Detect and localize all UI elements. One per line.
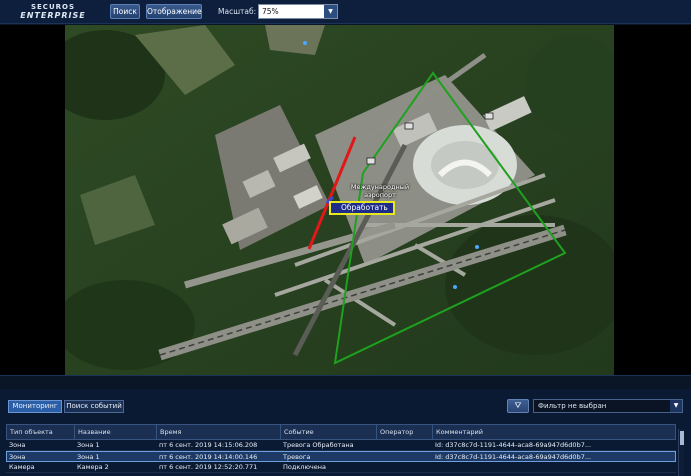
cell-time: пт 6 сент. 2019 14:15:06.208	[159, 441, 258, 449]
cell-operator	[376, 440, 432, 450]
filter-button[interactable]: ⛛	[507, 399, 529, 413]
column-header-event[interactable]: Событие	[281, 425, 377, 439]
chevron-down-icon[interactable]: ▼	[324, 5, 337, 18]
place-label-line1: Международный	[350, 183, 410, 191]
events-table: Тип объекта Название Время Событие Опера…	[6, 424, 676, 473]
context-menu-process-item[interactable]: Обработать	[329, 201, 395, 215]
cell-time: пт 6 сент. 2019 12:52:20.771	[159, 463, 258, 471]
events-panel: Мониторинг Поиск событий ⛛ Фильтр не выб…	[0, 389, 691, 476]
cell-name: Зона 1	[77, 441, 100, 449]
airport-place-label: Международный аэропорт	[345, 183, 415, 199]
filter-icon: ⛛	[514, 401, 522, 410]
cell-event: Тревога	[283, 453, 311, 461]
chevron-down-icon[interactable]: ▼	[670, 400, 682, 412]
cell-comment: Id: d37c8c7d-1191-4644-aca8-69a947d6d0b7…	[435, 441, 592, 449]
column-header-time[interactable]: Время	[157, 425, 281, 439]
cell-operator	[376, 462, 432, 472]
table-row[interactable]: Камера Камера 2 пт 6 сент. 2019 12:52:20…	[6, 462, 676, 473]
cell-comment: Id: d37c8c7d-1191-4644-aca8-69a947d6d0b7…	[435, 453, 592, 461]
satellite-map-image	[65, 25, 614, 375]
search-button[interactable]: Поиск	[110, 4, 140, 19]
cell-name: Камера 2	[77, 463, 109, 471]
logo-line1: SECUROS	[30, 3, 76, 11]
tab-event-search[interactable]: Поиск событий	[64, 400, 124, 413]
display-button[interactable]: Отображение	[146, 4, 202, 19]
scale-label: Масштаб:	[218, 7, 257, 16]
column-header-comment[interactable]: Комментарий	[433, 425, 675, 439]
filter-select[interactable]: Фильтр не выбран ▼	[533, 399, 683, 413]
scrollbar-thumb[interactable]	[680, 431, 684, 445]
logo-line2: ENTERPRISE	[20, 11, 86, 20]
cell-event: Тревога Обработана	[283, 441, 354, 449]
column-header-operator[interactable]: Оператор	[377, 425, 433, 439]
column-header-name[interactable]: Название	[75, 425, 157, 439]
scale-value: 75%	[262, 7, 279, 16]
map-view: Международный аэропорт Обработать	[0, 25, 691, 375]
cell-operator	[376, 452, 432, 462]
table-scrollbar[interactable]	[678, 429, 684, 476]
column-header-type[interactable]: Тип объекта	[7, 425, 75, 439]
panel-separator	[0, 375, 691, 389]
table-row[interactable]: Зона Зона 1 пт 6 сент. 2019 14:15:06.208…	[6, 440, 676, 451]
place-label-line2: аэропорт	[364, 191, 396, 199]
cell-type: Зона	[9, 441, 26, 449]
cell-type: Зона	[9, 453, 26, 461]
table-header: Тип объекта Название Время Событие Опера…	[6, 424, 676, 440]
top-toolbar: SECUROS ENTERPRISE Поиск Отображение Мас…	[0, 0, 691, 24]
cell-name: Зона 1	[77, 453, 100, 461]
filter-value: Фильтр не выбран	[538, 402, 607, 410]
cell-comment	[432, 462, 674, 472]
cell-type: Камера	[9, 463, 35, 471]
table-row-selected[interactable]: Зона Зона 1 пт 6 сент. 2019 14:14:00.146…	[6, 451, 676, 462]
securos-logo: SECUROS ENTERPRISE	[14, 3, 92, 21]
cell-time: пт 6 сент. 2019 14:14:00.146	[159, 453, 258, 461]
map-canvas[interactable]: Международный аэропорт	[65, 25, 614, 375]
scale-select[interactable]: 75% ▼	[258, 4, 338, 19]
cell-event: Подключена	[283, 463, 326, 471]
tab-monitoring[interactable]: Мониторинг	[8, 400, 62, 413]
